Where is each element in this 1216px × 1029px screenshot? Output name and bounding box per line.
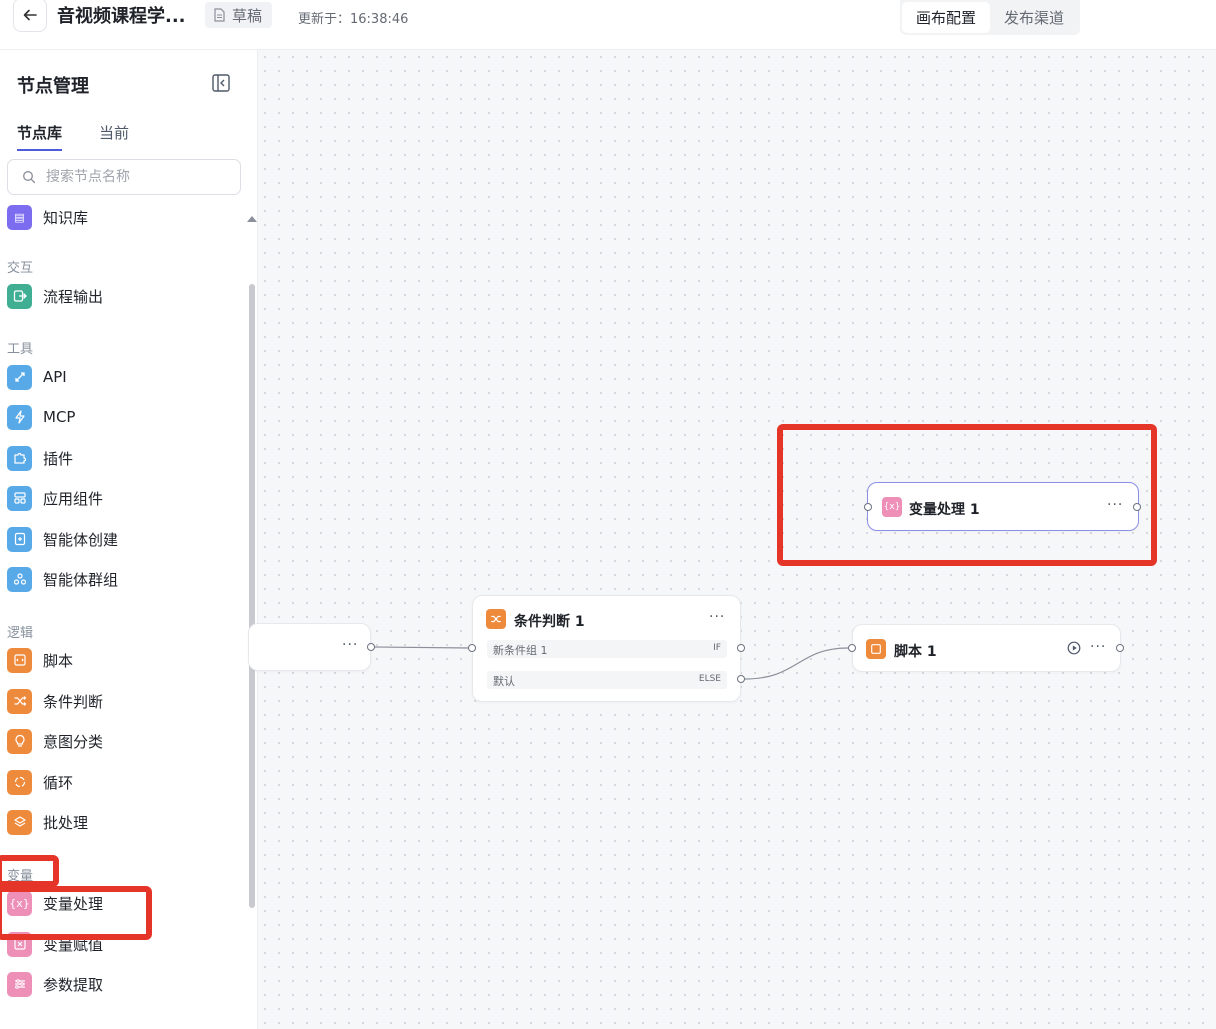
script-node[interactable]: 脚本 1 ··· — [852, 624, 1121, 672]
sidebar-item-param-extract[interactable]: 参数提取 — [7, 970, 103, 998]
connection-lines — [373, 646, 849, 680]
start-node[interactable]: ··· — [248, 623, 371, 671]
lightning-icon — [7, 404, 32, 430]
draft-label: 草稿 — [232, 6, 263, 25]
group-label-tools: 工具 — [7, 342, 34, 357]
condition-node-title: 条件判断 1 — [514, 614, 585, 630]
sidebar-item-knowledge-base[interactable]: ▤ 知识库 — [7, 205, 88, 231]
edge-start-to-condition — [373, 646, 471, 649]
search-input[interactable] — [44, 168, 228, 186]
header: 音视频课程学... 草稿 更新于：16:38:46 画布配置 发布渠道 — [0, 0, 1216, 50]
sidebar-title: 节点管理 — [17, 76, 89, 97]
sidebar-item-agent-create[interactable]: 智能体创建 — [7, 525, 118, 553]
start-node-more-button[interactable]: ··· — [342, 637, 358, 653]
group-label-variable: 变量 — [7, 869, 34, 884]
script-icon — [7, 647, 32, 673]
variable-process-node-title: 变量处理 1 — [909, 502, 980, 518]
sidebar-scrollbar[interactable] — [249, 284, 255, 908]
condition-row-if[interactable]: 新条件组 1 IF — [487, 640, 727, 658]
condition-row-else[interactable]: 默认 ELSE — [487, 671, 727, 689]
sidebar-item-flow-output[interactable]: 流程输出 — [7, 282, 103, 310]
sidebar-item-variable-assign[interactable]: 变量赋值 — [7, 930, 103, 958]
scroll-up-arrow-icon[interactable] — [247, 216, 257, 222]
sidebar-item-condition[interactable]: 条件判断 — [7, 687, 103, 715]
variable-process-node[interactable]: {x} 变量处理 1 ··· — [867, 482, 1139, 531]
script-node-more-button[interactable]: ··· — [1090, 639, 1106, 655]
updated-time: 更新于：16:38:46 — [298, 12, 409, 27]
sidebar-item-app-component[interactable]: 应用组件 — [7, 484, 103, 512]
shuffle-icon — [486, 609, 506, 629]
condition-node-more-button[interactable]: ··· — [709, 609, 725, 625]
sidebar-item-mcp[interactable]: MCP — [7, 403, 75, 431]
sidebar-item-agent-group[interactable]: 智能体群组 — [7, 565, 118, 593]
view-segment-control: 画布配置 发布渠道 — [900, 0, 1080, 35]
sidebar-item-loop[interactable]: 循环 — [7, 768, 73, 796]
sidebar-tabs: 节点库 当前 — [17, 122, 129, 151]
edge-condition-else-to-script — [744, 647, 849, 680]
condition-node-input-port[interactable] — [468, 644, 476, 652]
sidebar-item-api[interactable]: API — [7, 363, 67, 391]
app-title: 音视频课程学... — [57, 6, 186, 27]
api-link-icon — [7, 364, 32, 390]
search-box — [7, 159, 241, 195]
node-sidebar: 节点管理 节点库 当前 ▤ 知识库 交互 流程输出 工具 API — [0, 50, 258, 1029]
agent-create-icon — [7, 526, 32, 552]
variable-icon: {x} — [882, 497, 902, 517]
sidebar-item-variable-process[interactable]: {x} 变量处理 — [7, 889, 103, 917]
bulb-icon — [7, 728, 32, 754]
collapse-sidebar-icon[interactable] — [211, 73, 231, 93]
draft-status-badge: 草稿 — [205, 2, 273, 28]
variable-icon: {x} — [7, 890, 32, 916]
workflow-canvas[interactable]: ··· 条件判断 1 ··· 新条件组 1 IF 默认 ELSE 脚本 1 ··… — [248, 50, 1216, 1029]
variable-node-output-port[interactable] — [1133, 503, 1141, 511]
sidebar-item-intent[interactable]: 意图分类 — [7, 727, 103, 755]
layout-icon — [7, 485, 32, 511]
layers-icon — [7, 809, 32, 835]
script-node-input-port[interactable] — [848, 644, 856, 652]
back-button[interactable] — [13, 0, 47, 32]
tab-canvas-config[interactable]: 画布配置 — [902, 2, 990, 33]
condition-if-output-port[interactable] — [737, 644, 745, 652]
variable-node-input-port[interactable] — [864, 503, 872, 511]
script-node-output-port[interactable] — [1116, 644, 1124, 652]
script-node-title: 脚本 1 — [894, 644, 937, 660]
loop-icon — [7, 769, 32, 795]
tab-node-library[interactable]: 节点库 — [17, 122, 63, 151]
shuffle-icon — [7, 688, 32, 714]
tab-current[interactable]: 当前 — [99, 122, 129, 151]
export-icon — [7, 283, 32, 309]
puzzle-icon — [7, 445, 32, 471]
run-play-icon[interactable] — [1067, 641, 1081, 655]
document-icon — [214, 8, 225, 22]
assign-icon — [7, 931, 32, 957]
sidebar-item-batch[interactable]: 批处理 — [7, 808, 88, 836]
agent-group-icon — [7, 566, 32, 592]
arrow-left-icon — [23, 9, 37, 21]
group-label-logic: 逻辑 — [7, 626, 34, 641]
sidebar-item-script[interactable]: 脚本 — [7, 646, 73, 674]
knowledge-base-icon: ▤ — [7, 205, 32, 230]
start-node-output-port[interactable] — [367, 643, 375, 651]
tab-publish-channel[interactable]: 发布渠道 — [990, 2, 1078, 33]
variable-node-more-button[interactable]: ··· — [1107, 497, 1123, 513]
condition-node[interactable]: 条件判断 1 ··· 新条件组 1 IF 默认 ELSE — [472, 595, 741, 702]
search-icon — [23, 171, 36, 184]
group-label-interaction: 交互 — [7, 261, 34, 276]
sliders-icon — [7, 971, 32, 997]
condition-else-output-port[interactable] — [737, 675, 745, 683]
sidebar-item-plugin[interactable]: 插件 — [7, 444, 73, 472]
script-icon — [866, 639, 886, 659]
node-list: ▤ 知识库 交互 流程输出 工具 API MCP 插件 应用组件 智能体创建 智… — [0, 205, 248, 1029]
